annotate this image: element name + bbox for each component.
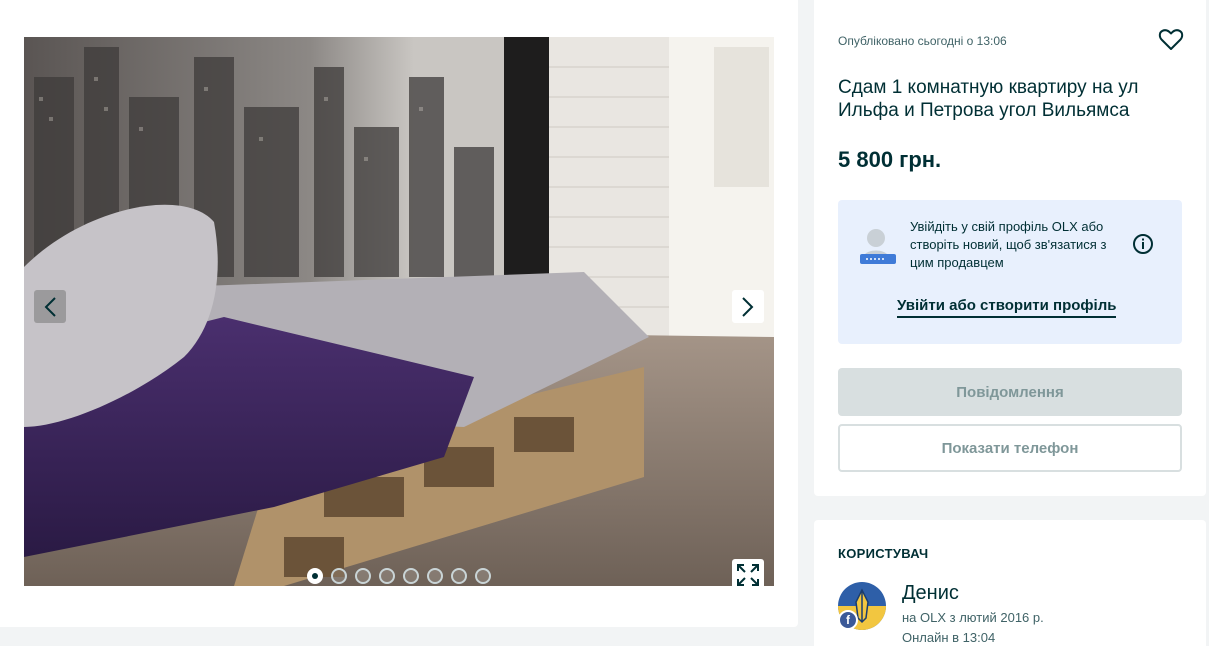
favorite-button[interactable] xyxy=(1158,27,1184,53)
login-link[interactable]: Увійти або створити профіль xyxy=(897,297,1117,318)
listing-price: 5 800 грн. xyxy=(838,147,942,172)
login-prompt: Увійдіть у свій профіль OLX або створіть… xyxy=(838,200,1182,344)
gallery-dot[interactable] xyxy=(475,568,491,584)
expand-icon xyxy=(737,564,759,586)
listing-title: Сдам 1 комнатную квартиру на ул Ильфа и … xyxy=(838,77,1139,121)
user-since: на OLX з лютий 2016 р. xyxy=(902,610,1044,625)
show-phone-button[interactable]: Показати телефон xyxy=(838,424,1182,472)
listing-photo[interactable] xyxy=(24,37,774,586)
user-online-status: Онлайн в 13:04 xyxy=(902,630,996,645)
login-prompt-text: Увійдіть у свій профіль OLX або створіть… xyxy=(910,219,1107,270)
gallery-dot[interactable] xyxy=(307,568,323,584)
chevron-left-icon xyxy=(44,296,56,317)
gallery-dot[interactable] xyxy=(355,568,371,584)
next-photo-button[interactable] xyxy=(732,290,764,323)
message-button[interactable]: Повідомлення xyxy=(838,368,1182,416)
gallery-card xyxy=(0,0,798,627)
info-icon[interactable] xyxy=(1132,233,1154,255)
gallery-dot[interactable] xyxy=(451,568,467,584)
photo-image xyxy=(24,37,774,586)
gallery-pagination xyxy=(307,568,491,584)
user-card: КОРИСТУВАЧ f Денис на OLX з лютий 2016 р… xyxy=(814,520,1206,646)
gallery-dot[interactable] xyxy=(331,568,347,584)
facebook-icon: f xyxy=(838,610,858,630)
user-profile-icon xyxy=(860,229,896,264)
user-heading: КОРИСТУВАЧ xyxy=(838,546,929,561)
heart-icon xyxy=(1158,29,1184,50)
gallery-dot[interactable] xyxy=(403,568,419,584)
gallery-dot[interactable] xyxy=(379,568,395,584)
previous-photo-button[interactable] xyxy=(34,290,66,323)
chevron-right-icon xyxy=(742,296,754,317)
gallery-dot[interactable] xyxy=(427,568,443,584)
user-name[interactable]: Денис xyxy=(902,582,959,605)
posted-date: Опубліковано сьогодні о 13:06 xyxy=(838,34,1007,48)
listing-info-card: Опубліковано сьогодні о 13:06 Сдам 1 ком… xyxy=(814,0,1206,496)
fullscreen-button[interactable] xyxy=(732,559,764,586)
